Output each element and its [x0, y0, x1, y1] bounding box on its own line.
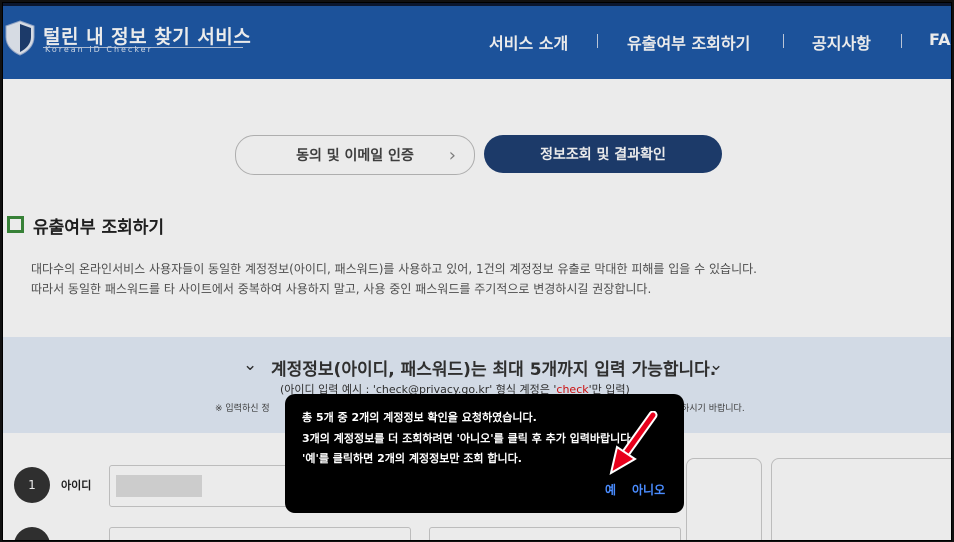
- dialog-message-line2: 3개의 계정정보를 더 조회하려면 '아니오'를 클릭 후 추가 입력바랍니다.: [302, 432, 635, 445]
- dialog-message-line3: '예'를 클릭하면 2개의 계정정보만 조회 합니다.: [302, 452, 522, 465]
- dialog-message-line1: 총 5개 중 2개의 계정정보 확인을 요청하였습니다.: [302, 411, 537, 424]
- red-arrow-icon: [609, 411, 658, 475]
- yes-button[interactable]: 예: [605, 481, 616, 498]
- no-button[interactable]: 아니오: [632, 481, 665, 498]
- browser-viewport: 털린 내 정보 찾기 서비스 Korean ID Checker 서비스 소개 …: [2, 2, 952, 541]
